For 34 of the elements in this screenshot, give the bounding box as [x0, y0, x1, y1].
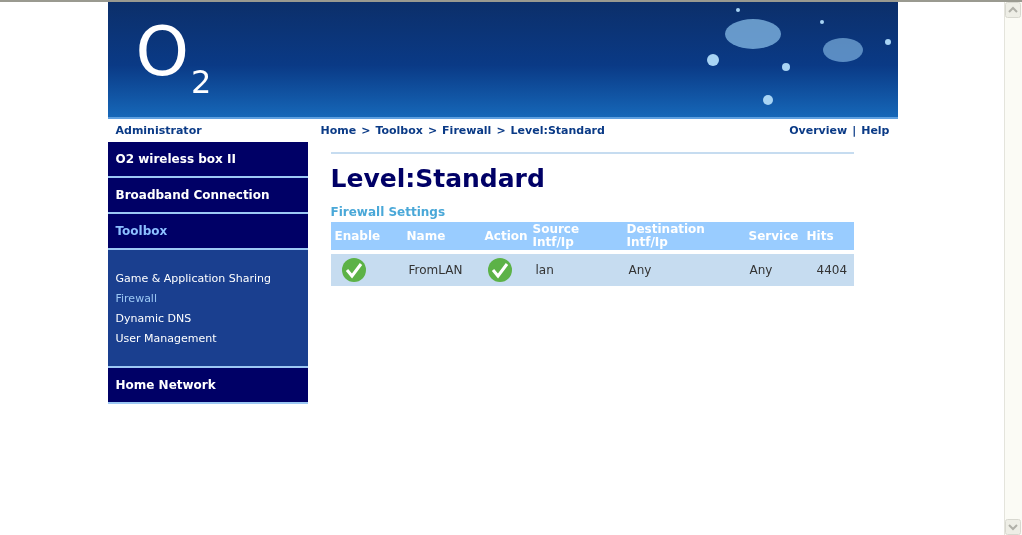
- column-header: Name: [402, 222, 481, 250]
- header-link[interactable]: Help: [861, 124, 890, 137]
- section-title: Firewall Settings: [330, 205, 447, 219]
- table-cell: Any: [749, 263, 773, 277]
- sidebar-item[interactable]: Home Network: [107, 368, 308, 404]
- column-header: Service: [744, 222, 803, 250]
- breadcrumb-link[interactable]: Firewall: [442, 124, 492, 137]
- table-cell: Any: [628, 263, 652, 277]
- table-cell: 4404: [816, 263, 848, 277]
- user-role: Administrator: [114, 124, 203, 137]
- sidebar-item[interactable]: Broadband Connection: [107, 178, 308, 214]
- submenu-item[interactable]: Game & Application Sharing: [115, 272, 308, 286]
- submenu-item[interactable]: Firewall: [115, 292, 308, 306]
- table-cell: lan: [535, 263, 554, 277]
- breadcrumb-separator: >: [361, 124, 371, 137]
- scrollbar[interactable]: [1004, 2, 1022, 535]
- column-header: Source Intf/Ip: [528, 222, 623, 250]
- table-cell: FromLAN: [408, 263, 463, 277]
- header-link[interactable]: Overview: [789, 124, 848, 137]
- breadcrumb-separator: >: [496, 124, 506, 137]
- column-header: Destination Intf/Ip: [622, 222, 745, 250]
- breadcrumb-link[interactable]: Home: [320, 124, 357, 137]
- sidebar-item[interactable]: O2 wireless box II: [107, 142, 308, 178]
- column-header: Hits: [802, 222, 854, 250]
- page-title: Level:Standard: [330, 164, 546, 193]
- sidebar-item[interactable]: Toolbox: [107, 214, 308, 250]
- column-header: Action: [480, 222, 529, 250]
- submenu-item[interactable]: User Management: [115, 332, 308, 346]
- link-separator: |: [852, 124, 857, 137]
- breadcrumb-separator: >: [427, 124, 438, 137]
- breadcrumb-link[interactable]: Toolbox: [375, 124, 423, 137]
- column-header: Enable: [330, 222, 403, 250]
- breadcrumb-link[interactable]: Level:Standard: [510, 124, 605, 137]
- submenu-item[interactable]: Dynamic DNS: [115, 312, 308, 326]
